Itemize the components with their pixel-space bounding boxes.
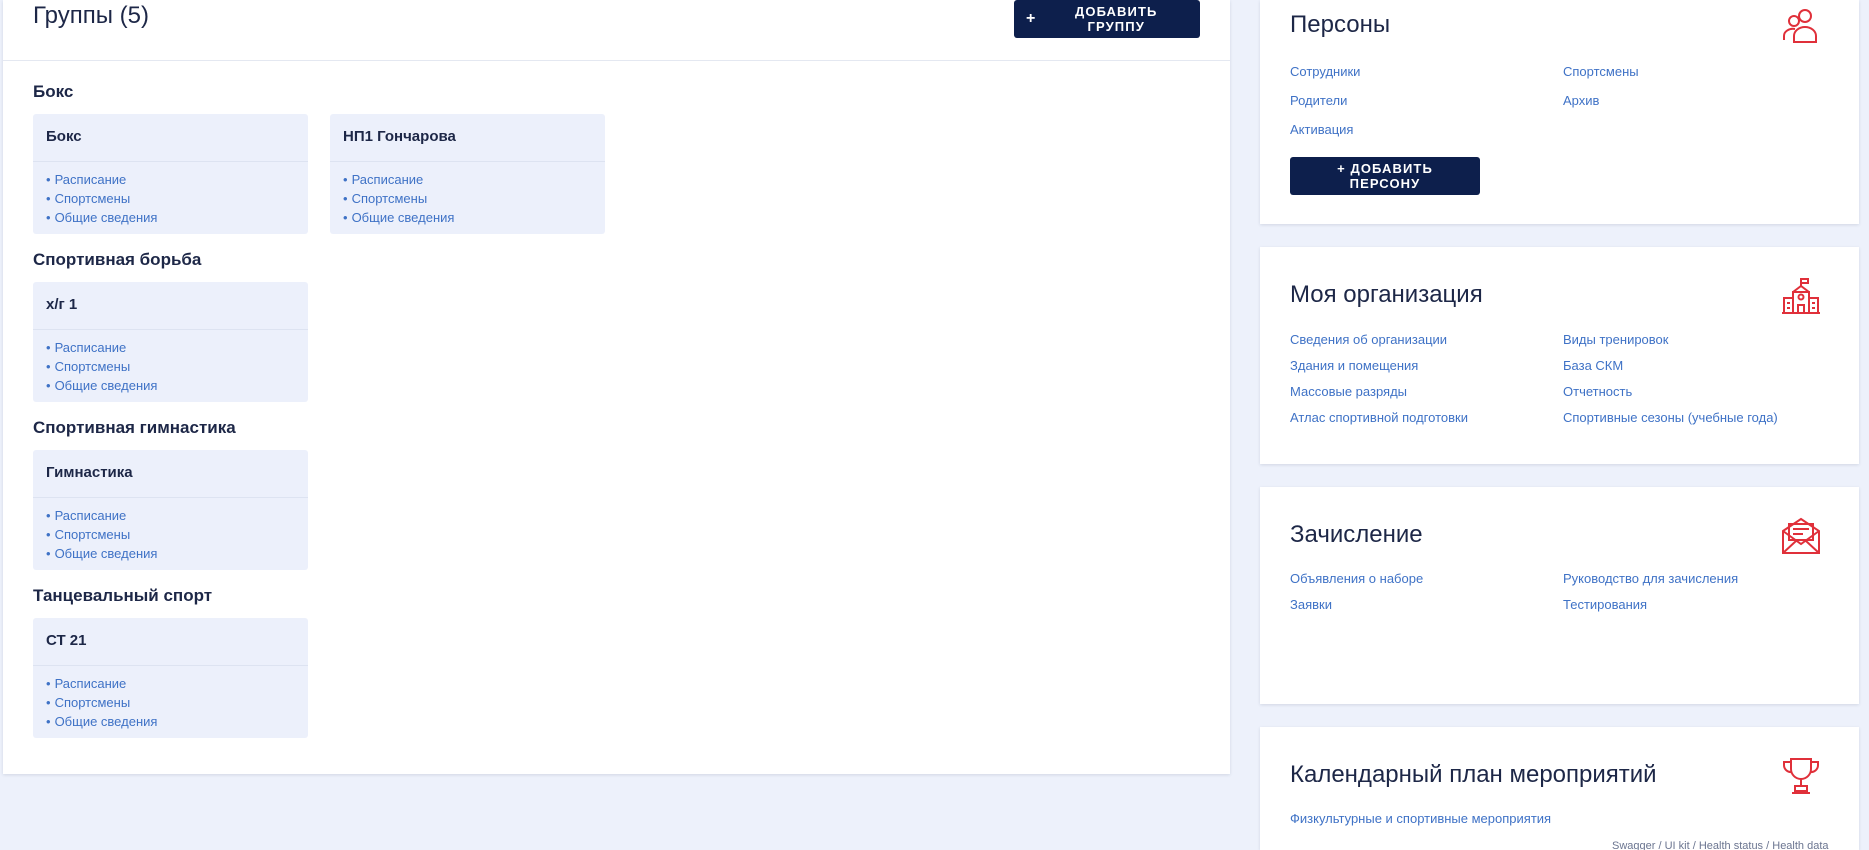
org-info-link[interactable]: Сведения об организации <box>1290 332 1563 347</box>
applications-link[interactable]: Заявки <box>1290 597 1563 612</box>
sport-seasons-link[interactable]: Спортивные сезоны (учебные года) <box>1563 410 1863 425</box>
employees-link[interactable]: Сотрудники <box>1290 64 1563 79</box>
sport-section: Танцевальный спорт СТ 21 • Расписание • Сп… <box>33 586 1203 738</box>
envelope-icon <box>1782 517 1820 554</box>
people-icon <box>1783 9 1817 43</box>
page-title: Группы (5) <box>33 2 149 29</box>
athletes-link[interactable]: Спортсмены <box>1563 64 1863 79</box>
group-card-title: Гимнастика <box>33 450 308 498</box>
general-info-link[interactable]: • Общие сведения <box>46 544 308 563</box>
recruitment-ads-link[interactable]: Объявления о наборе <box>1290 571 1563 586</box>
schedule-link[interactable]: • Расписание <box>343 170 605 189</box>
athletes-link[interactable]: • Спортсмены <box>46 357 308 376</box>
group-card: х/г 1 • Расписание • Спортсмены • Общие све… <box>33 282 308 402</box>
training-types-link[interactable]: Виды тренировок <box>1563 332 1863 347</box>
group-cards: Бокс • Расписание • Спортсмены • Общие свед… <box>33 114 1203 234</box>
group-sections: Бокс Бокс • Расписание • Спортсмены • Общие… <box>33 82 1203 754</box>
sport-events-link[interactable]: Физкультурные и спортивные мероприятия <box>1290 811 1563 826</box>
activation-link[interactable]: Активация <box>1290 122 1563 137</box>
footer-links: Swagger / UI kit / Health status / Healt… <box>1612 840 1829 850</box>
organization-card: Моя организация Сведения об организации … <box>1260 247 1859 464</box>
athletes-link[interactable]: • Спортсмены <box>46 525 308 544</box>
parents-link[interactable]: Родители <box>1290 93 1563 108</box>
add-person-button[interactable]: + ДОБАВИТЬ ПЕРСОНУ <box>1290 157 1480 195</box>
sport-title: Спортивная гимнастика <box>33 418 236 437</box>
general-info-link[interactable]: • Общие сведения <box>46 376 308 395</box>
schedule-link[interactable]: • Расписание <box>46 506 308 525</box>
health-data-link[interactable]: Health data <box>1772 840 1828 850</box>
calendar-card: Календарный план мероприятий Физкультурн… <box>1260 727 1859 850</box>
health-status-link[interactable]: Health status <box>1699 840 1763 850</box>
schedule-link[interactable]: • Расписание <box>46 170 308 189</box>
general-info-link[interactable]: • Общие сведения <box>46 712 308 731</box>
reporting-link[interactable]: Отчетность <box>1563 384 1863 399</box>
sport-title: Спортивная борьба <box>33 250 202 269</box>
group-card: НП1 Гончарова • Расписание • Спортсмены • О… <box>330 114 605 234</box>
group-card-links: • Расписание • Спортсмены • Общие сведения <box>33 498 308 563</box>
trophy-icon <box>1782 758 1820 794</box>
organization-title: Моя организация <box>1290 281 1483 308</box>
group-card: Гимнастика • Расписание • Спортсмены • Общи… <box>33 450 308 570</box>
group-card: Бокс • Расписание • Спортсмены • Общие свед… <box>33 114 308 234</box>
sport-title: Танцевальный спорт <box>33 586 213 605</box>
calendar-title: Календарный план мероприятий <box>1290 761 1657 788</box>
group-card-links: • Расписание • Спортсмены • Общие сведения <box>33 666 308 731</box>
athletes-link[interactable]: • Спортсмены <box>46 693 308 712</box>
group-card-title: х/г 1 <box>33 282 308 330</box>
schedule-link[interactable]: • Расписание <box>46 338 308 357</box>
group-card-links: • Расписание • Спортсмены • Общие сведения <box>33 330 308 395</box>
buildings-link[interactable]: Здания и помещения <box>1290 358 1563 373</box>
ui-kit-link[interactable]: UI kit <box>1665 840 1690 850</box>
plus-icon: + <box>1026 10 1037 27</box>
add-group-button[interactable]: + ДОБАВИТЬ ГРУППУ <box>1014 0 1200 38</box>
athletes-link[interactable]: • Спортсмены <box>343 189 605 208</box>
testing-link[interactable]: Тестирования <box>1563 597 1863 612</box>
groups-panel: Группы (5) + ДОБАВИТЬ ГРУППУ Бокс Бокс •… <box>3 0 1230 774</box>
enrollment-card: Зачисление Объявления о наборе Руководст… <box>1260 487 1859 704</box>
persons-title: Персоны <box>1290 11 1391 38</box>
organization-links: Сведения об организации Виды тренировок … <box>1290 332 1863 425</box>
sport-section: Спортивная борьба х/г 1 • Расписание • Спо… <box>33 250 1203 402</box>
schedule-link[interactable]: • Расписание <box>46 674 308 693</box>
sport-section: Спортивная гимнастика Гимнастика • Распис… <box>33 418 1203 570</box>
swagger-link[interactable]: Swagger <box>1612 840 1655 850</box>
group-card-links: • Расписание • Спортсмены • Общие сведения <box>330 162 605 227</box>
school-building-icon <box>1782 278 1820 314</box>
persons-links: Сотрудники Спортсмены Родители Архив Акт… <box>1290 64 1863 137</box>
enrollment-guide-link[interactable]: Руководство для зачисления <box>1563 571 1863 586</box>
group-cards: х/г 1 • Расписание • Спортсмены • Общие све… <box>33 282 1203 402</box>
add-group-label: ДОБАВИТЬ ГРУППУ <box>1075 4 1158 34</box>
persons-card: Персоны Сотрудники Спортсмены Родители А… <box>1260 0 1859 224</box>
groups-header: Группы (5) + ДОБАВИТЬ ГРУППУ <box>3 0 1230 61</box>
athletes-link[interactable]: • Спортсмены <box>46 189 308 208</box>
group-card-title: Бокс <box>33 114 308 162</box>
atlas-link[interactable]: Атлас спортивной подготовки <box>1290 410 1563 425</box>
general-info-link[interactable]: • Общие сведения <box>46 208 308 227</box>
group-card-title: СТ 21 <box>33 618 308 666</box>
general-info-link[interactable]: • Общие сведения <box>343 208 605 227</box>
group-card-title: НП1 Гончарова <box>330 114 605 162</box>
enrollment-links: Объявления о наборе Руководство для зачи… <box>1290 571 1863 612</box>
enrollment-title: Зачисление <box>1290 521 1423 548</box>
sport-section: Бокс Бокс • Расписание • Спортсмены • Общие… <box>33 82 1203 234</box>
skm-base-link[interactable]: База СКМ <box>1563 358 1863 373</box>
group-card: СТ 21 • Расписание • Спортсмены • Общие све… <box>33 618 308 738</box>
sport-title: Бокс <box>33 82 74 101</box>
group-cards: Гимнастика • Расписание • Спортсмены • Общи… <box>33 450 1203 570</box>
group-card-links: • Расписание • Спортсмены • Общие сведения <box>33 162 308 227</box>
mass-ranks-link[interactable]: Массовые разряды <box>1290 384 1563 399</box>
group-cards: СТ 21 • Расписание • Спортсмены • Общие све… <box>33 618 1203 738</box>
archive-link[interactable]: Архив <box>1563 93 1863 108</box>
calendar-links: Физкультурные и спортивные мероприятия <box>1290 811 1863 826</box>
